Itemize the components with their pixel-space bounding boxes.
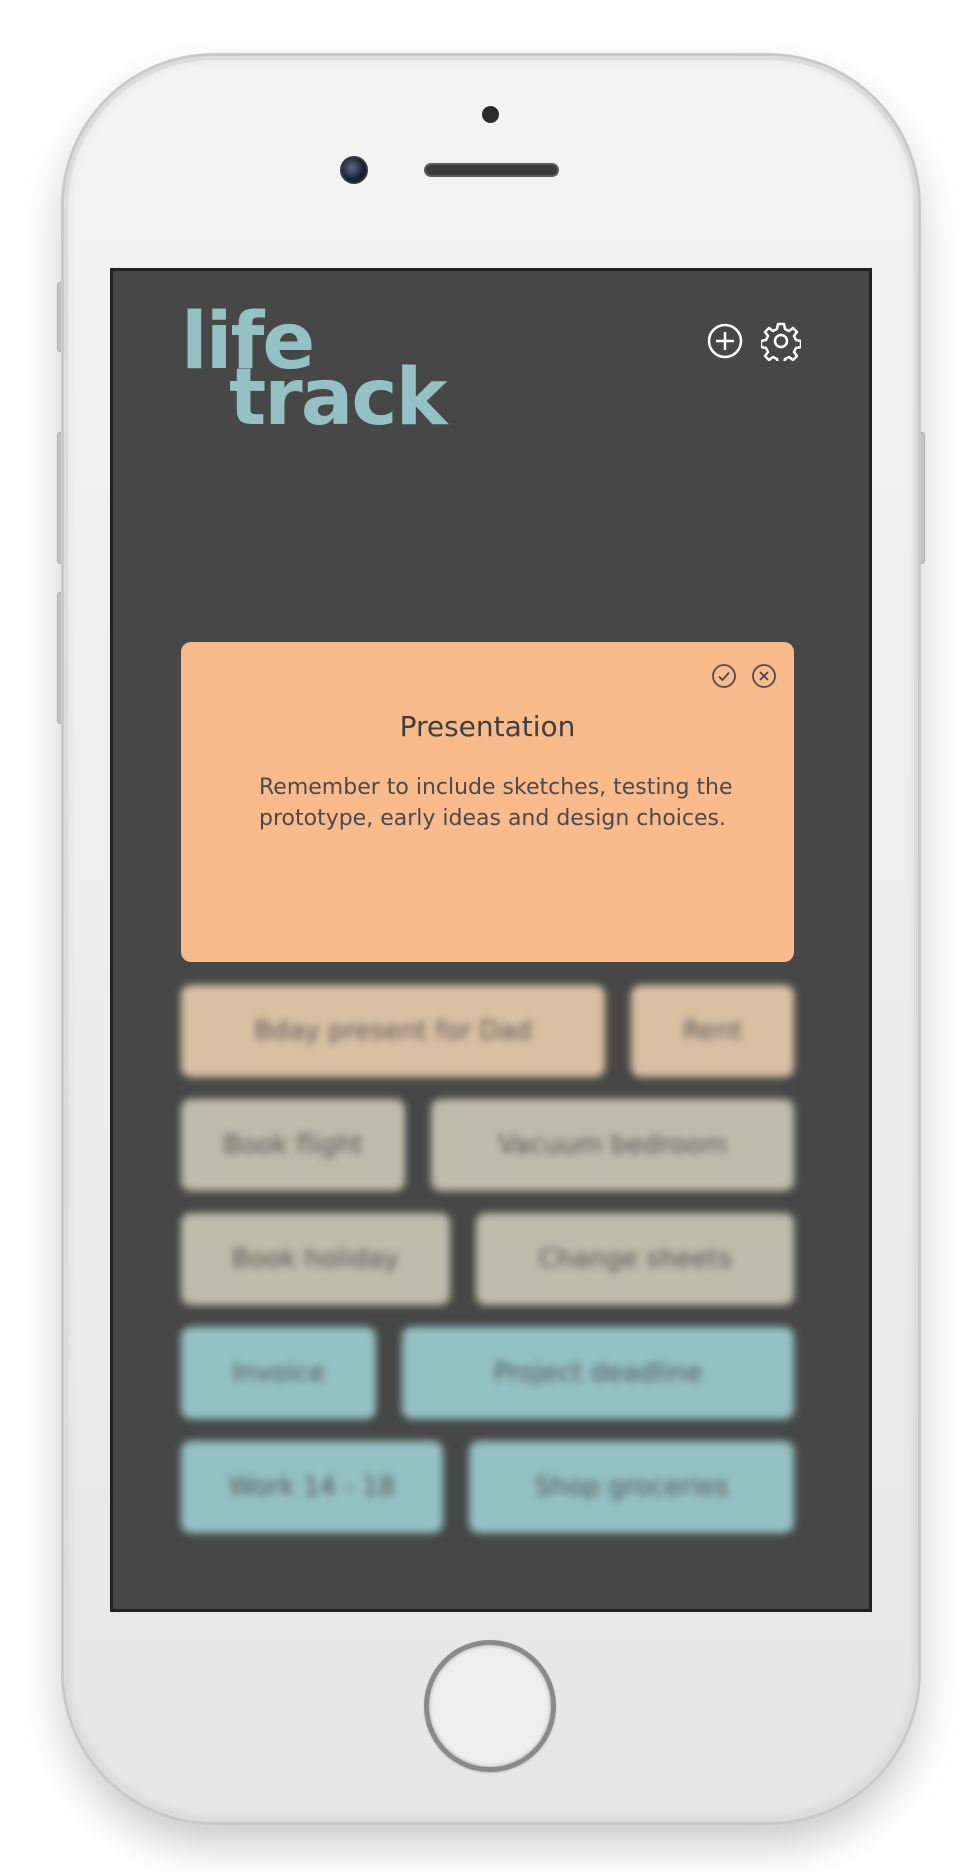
close-circle-icon[interactable] xyxy=(750,662,778,690)
earpiece-speaker xyxy=(424,163,559,177)
task-grid: Bday present for Dad Rent Book flight Va… xyxy=(181,985,794,1555)
task-row: Bday present for Dad Rent xyxy=(181,985,794,1077)
task-tile[interactable]: Shop groceries xyxy=(469,1441,794,1533)
task-tile[interactable]: Book flight xyxy=(181,1099,405,1191)
note-card: Presentation Remember to include sketche… xyxy=(181,642,794,962)
note-title: Presentation xyxy=(399,710,576,743)
check-circle-icon[interactable] xyxy=(710,662,738,690)
home-button[interactable] xyxy=(424,1640,556,1772)
task-tile[interactable]: Bday present for Dad xyxy=(181,985,605,1077)
logo-line-2: track xyxy=(229,353,447,443)
task-tile[interactable]: Invoice xyxy=(181,1327,376,1419)
app-screen: life track Presentation Remember to incl… xyxy=(110,268,872,1612)
front-camera xyxy=(340,156,368,184)
header-actions xyxy=(705,321,801,361)
plus-circle-icon[interactable] xyxy=(705,321,745,361)
task-row: Invoice Project deadline xyxy=(181,1327,794,1419)
app-logo: life track xyxy=(181,303,481,461)
task-tile[interactable]: Project deadline xyxy=(402,1327,794,1419)
note-body: Remember to include sketches, testing th… xyxy=(259,775,733,831)
proximity-sensor xyxy=(482,106,499,123)
task-tile[interactable]: Book holiday xyxy=(181,1213,450,1305)
task-tile[interactable]: Change sheets xyxy=(476,1213,794,1305)
task-tile[interactable]: Work 14 - 18 xyxy=(181,1441,443,1533)
task-tile[interactable]: Rent xyxy=(631,985,794,1077)
note-actions xyxy=(710,662,778,690)
task-row: Book flight Vacuum bedroom xyxy=(181,1099,794,1191)
task-tile[interactable]: Vacuum bedroom xyxy=(431,1099,794,1191)
task-row: Book holiday Change sheets xyxy=(181,1213,794,1305)
task-row: Work 14 - 18 Shop groceries xyxy=(181,1441,794,1533)
gear-icon[interactable] xyxy=(761,321,801,361)
